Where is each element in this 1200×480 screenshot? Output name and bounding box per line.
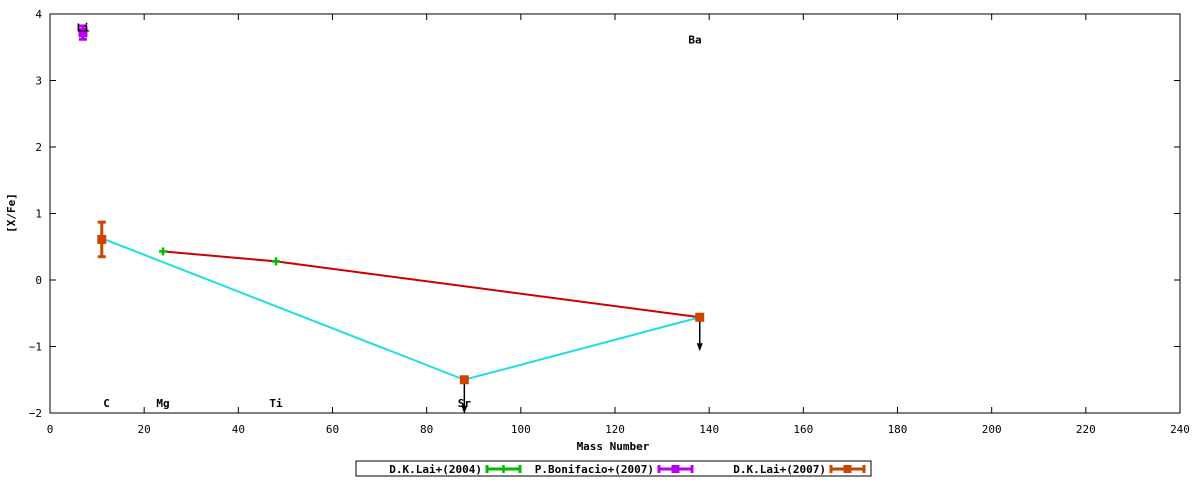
x-axis-label: Mass Number bbox=[577, 440, 650, 453]
series-0-line bbox=[162, 250, 700, 319]
y-axis-label: [X/Fe] bbox=[5, 193, 18, 233]
legend-marker-1 bbox=[671, 465, 680, 473]
y-tick-label-4: 2 bbox=[35, 141, 42, 154]
series-lines bbox=[106, 239, 701, 381]
y-tick-label-5: 3 bbox=[35, 75, 42, 88]
x-tick-label-0: 0 bbox=[47, 423, 54, 436]
element-label-4: Sr bbox=[458, 397, 472, 410]
element-label-2: Mg bbox=[156, 397, 169, 410]
element-label-5: Ba bbox=[688, 33, 701, 46]
x-tick-label-1: 20 bbox=[138, 423, 151, 436]
y-tick-label-0: −2 bbox=[29, 407, 42, 420]
y-tick-label-2: 0 bbox=[35, 274, 42, 287]
y-tick-label-1: −1 bbox=[29, 341, 42, 354]
chart: 0 20 40 60 80 100 120 140 160 180 200 220 240 −2 −1 0 1 2… bbox=[5, 8, 1190, 477]
x-tick-label-3: 60 bbox=[326, 423, 339, 436]
legend-label-0: D.K.Lai+(2004) bbox=[389, 463, 482, 476]
x-tick-label-7: 140 bbox=[699, 423, 719, 436]
plot-frame bbox=[49, 13, 1181, 414]
series-markers bbox=[78, 24, 705, 414]
x-tick-label-5: 100 bbox=[511, 423, 531, 436]
element-label-1: C bbox=[103, 397, 110, 410]
series-3-point-2-limit-arrow bbox=[696, 343, 703, 352]
element-label-0: Li bbox=[76, 21, 90, 34]
x-tick-label-8: 160 bbox=[793, 423, 813, 436]
x-tick-label-11: 220 bbox=[1076, 423, 1096, 436]
series-3-point-1 bbox=[459, 375, 469, 385]
y-tick-label-6: 4 bbox=[35, 8, 42, 21]
element-labels: Li C Mg Ti Sr Ba bbox=[76, 21, 701, 410]
legend: D.K.Lai+(2004) P.Bonifacio+(2007) D.K.Lai+… bbox=[355, 460, 872, 477]
series-3-point-0 bbox=[97, 234, 107, 244]
x-tick-label-12: 240 bbox=[1170, 423, 1190, 436]
element-label-3: Ti bbox=[269, 397, 283, 410]
series-3-point-2 bbox=[695, 312, 705, 322]
x-tick-label-4: 80 bbox=[420, 423, 433, 436]
legend-label-1: P.Bonifacio+(2007) bbox=[535, 463, 654, 476]
axis-ticks: 0 20 40 60 80 100 120 140 160 180 200 220 240 −2 −1 0 1 2… bbox=[29, 8, 1190, 436]
x-tick-label-6: 120 bbox=[605, 423, 625, 436]
x-tick-label-2: 40 bbox=[232, 423, 245, 436]
series-4-line bbox=[106, 239, 701, 381]
x-tick-label-10: 200 bbox=[982, 423, 1002, 436]
x-tick-label-9: 180 bbox=[888, 423, 908, 436]
y-tick-label-3: 1 bbox=[35, 208, 42, 221]
legend-label-2: D.K.Lai+(2007) bbox=[733, 463, 826, 476]
legend-marker-2 bbox=[843, 465, 852, 473]
